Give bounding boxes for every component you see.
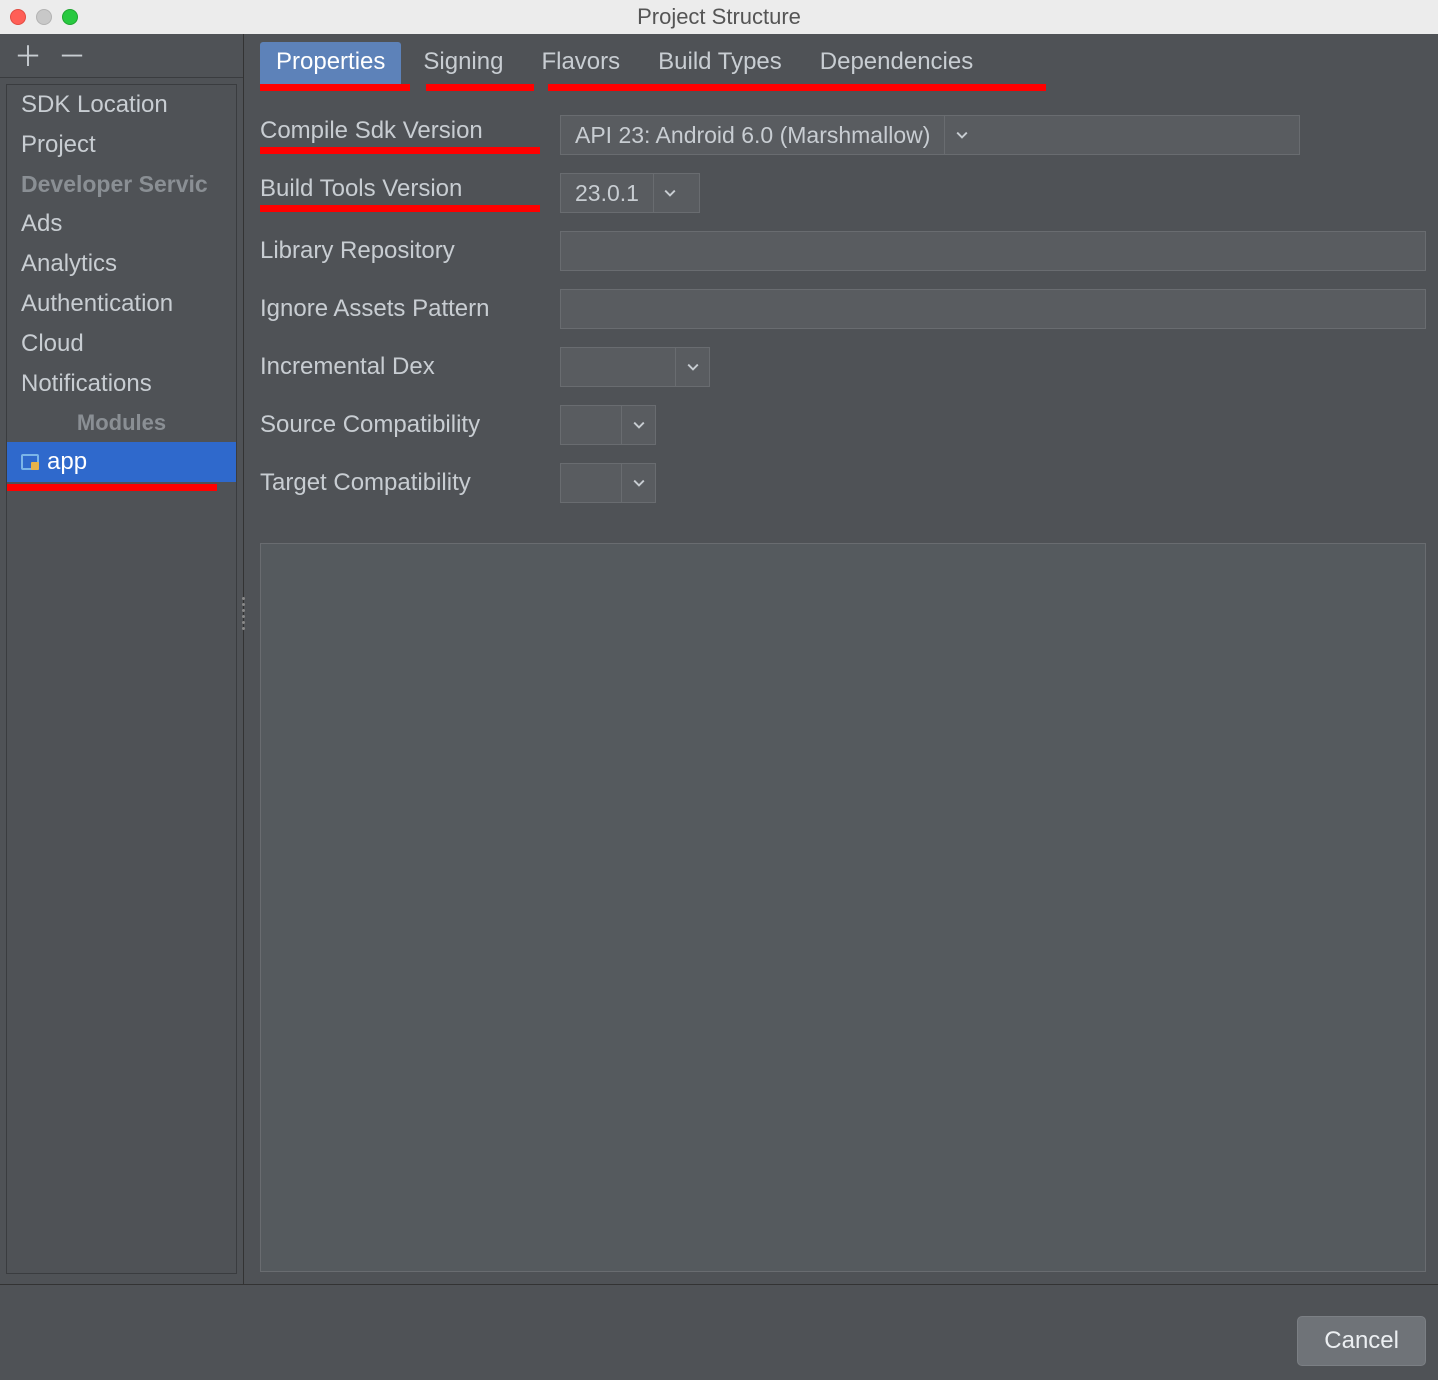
chevron-down-icon: [621, 464, 655, 502]
tabs: Properties Signing Flavors Build Types D…: [260, 42, 1426, 86]
build-tools-value: 23.0.1: [561, 180, 653, 207]
sidebar-item-cloud[interactable]: Cloud: [7, 324, 236, 364]
compile-sdk-label: Compile Sdk Version: [260, 117, 540, 145]
dialog-footer: Cancel: [0, 1284, 1438, 1380]
chevron-down-icon: [653, 174, 687, 212]
target-compat-select[interactable]: [560, 463, 656, 503]
sidebar-item-analytics[interactable]: Analytics: [7, 244, 236, 284]
cancel-button[interactable]: Cancel: [1297, 1316, 1426, 1366]
titlebar: Project Structure: [0, 0, 1438, 34]
sidebar-toolbar: ＋ －: [0, 34, 243, 78]
build-tools-select[interactable]: 23.0.1: [560, 173, 700, 213]
ignore-assets-label: Ignore Assets Pattern: [260, 295, 540, 323]
target-compat-label: Target Compatibility: [260, 469, 540, 497]
sidebar-resize-handle[interactable]: [240, 594, 246, 632]
sidebar-section-developer-services: Developer Servic: [7, 165, 236, 204]
source-compat-label: Source Compatibility: [260, 411, 540, 439]
sidebar-item-sdk-location[interactable]: SDK Location: [7, 85, 236, 125]
add-module-button[interactable]: ＋: [14, 35, 42, 75]
library-repository-label: Library Repository: [260, 237, 540, 265]
compile-sdk-select[interactable]: API 23: Android 6.0 (Marshmallow): [560, 115, 1300, 155]
incremental-dex-select[interactable]: [560, 347, 710, 387]
properties-form: Compile Sdk Version API 23: Android 6.0 …: [260, 115, 1426, 503]
window-title: Project Structure: [0, 4, 1438, 30]
compile-sdk-value: API 23: Android 6.0 (Marshmallow): [561, 122, 944, 149]
sidebar-item-project[interactable]: Project: [7, 125, 236, 165]
chevron-down-icon: [621, 406, 655, 444]
build-tools-label: Build Tools Version: [260, 175, 540, 203]
tab-flavors[interactable]: Flavors: [525, 42, 636, 86]
output-area: [260, 543, 1426, 1272]
sidebar: ＋ － SDK Location Project Developer Servi…: [0, 34, 244, 1284]
sidebar-section-modules: Modules: [7, 404, 236, 442]
remove-module-button[interactable]: －: [58, 35, 86, 75]
chevron-down-icon: [675, 348, 709, 386]
tab-signing[interactable]: Signing: [407, 42, 519, 86]
sidebar-item-notifications[interactable]: Notifications: [7, 364, 236, 404]
tab-properties[interactable]: Properties: [260, 42, 401, 86]
module-icon: [21, 454, 39, 470]
library-repository-input[interactable]: [560, 231, 1426, 271]
content-panel: Properties Signing Flavors Build Types D…: [244, 34, 1438, 1284]
tab-dependencies[interactable]: Dependencies: [804, 42, 989, 86]
incremental-dex-label: Incremental Dex: [260, 353, 540, 381]
ignore-assets-input[interactable]: [560, 289, 1426, 329]
module-name-label: app: [47, 448, 87, 476]
sidebar-item-module-app[interactable]: app: [7, 442, 236, 482]
sidebar-item-authentication[interactable]: Authentication: [7, 284, 236, 324]
sidebar-item-ads[interactable]: Ads: [7, 204, 236, 244]
tab-build-types[interactable]: Build Types: [642, 42, 798, 86]
chevron-down-icon: [944, 116, 978, 154]
source-compat-select[interactable]: [560, 405, 656, 445]
